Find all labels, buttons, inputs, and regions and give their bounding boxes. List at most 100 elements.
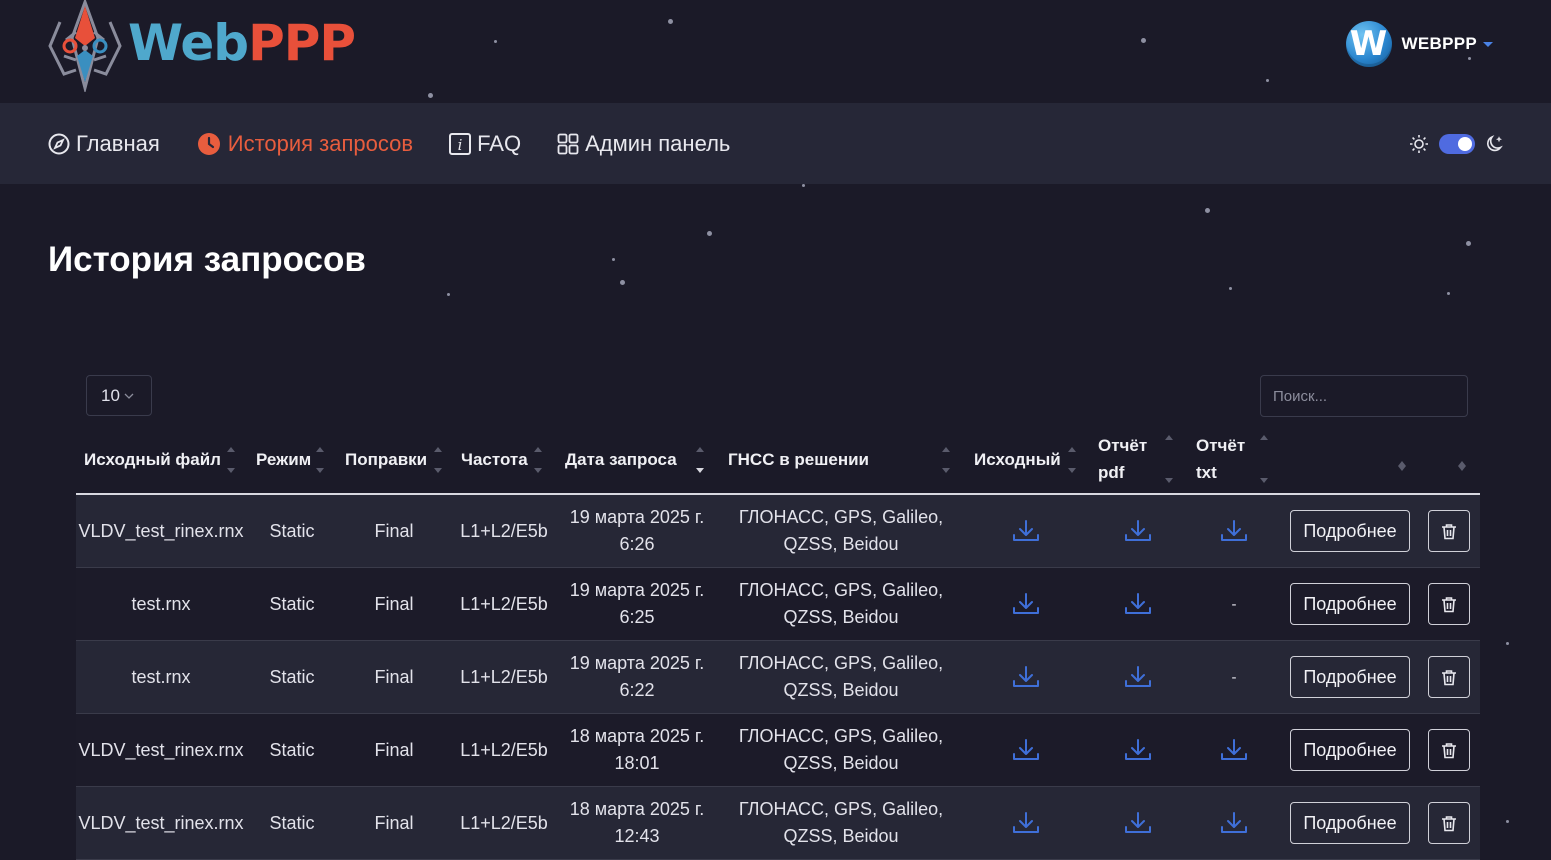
page-size-select[interactable]: 10 [86, 375, 152, 416]
cell-text-time: 6:25 [619, 607, 655, 627]
sort-icon[interactable] [1260, 433, 1268, 485]
delete-button[interactable] [1428, 802, 1470, 844]
cell-text-corrections: Final [374, 739, 414, 760]
username: WEBPPP [1401, 34, 1477, 53]
logo-compass-icon [48, 0, 122, 92]
nav-item-history[interactable]: История запросов [196, 131, 413, 157]
column-header-corrections[interactable]: Поправки [345, 425, 427, 493]
download-icon[interactable] [1219, 737, 1249, 763]
cell-date: 19 марта 2025 г. 6:22 [558, 641, 716, 713]
app-logo[interactable]: WebPPP [46, 0, 376, 92]
cell-text-frequency: L1+L2/E5b [460, 593, 548, 614]
table-row: test.rnx Static Final L1+L2/E5b 19 марта… [76, 641, 1480, 714]
column-header-gnss[interactable]: ГНСС в решении [728, 425, 869, 493]
delete-button[interactable] [1428, 656, 1470, 698]
cell-text-file: VLDV_test_rinex.rnx [78, 520, 244, 541]
theme-switcher [1409, 103, 1505, 184]
cell-mode: Static [246, 495, 338, 567]
column-header-file[interactable]: Исходный файл [84, 425, 221, 493]
nav-item-home[interactable]: Главная [48, 131, 160, 157]
column-label: Режим [256, 449, 312, 469]
cell-text-time: 18:01 [614, 753, 660, 773]
column-header-source[interactable]: Исходный [974, 425, 1061, 493]
clock-icon [196, 131, 222, 157]
table-body: VLDV_test_rinex.rnx Static Final L1+L2/E… [76, 495, 1480, 860]
delete-button[interactable] [1428, 510, 1470, 552]
nav-item-label: Админ панель [585, 130, 731, 156]
download-icon[interactable] [1011, 518, 1041, 544]
details-button[interactable]: Подробнее [1290, 583, 1410, 625]
cell-text-frequency: L1+L2/E5b [460, 666, 548, 687]
column-label: Поправки [345, 449, 428, 469]
download-icon[interactable] [1123, 737, 1153, 763]
download-icon[interactable] [1123, 518, 1153, 544]
search-input[interactable] [1260, 375, 1468, 417]
download-icon[interactable] [1011, 591, 1041, 617]
download-icon[interactable] [1219, 810, 1249, 836]
cell-text-date: 19 марта 2025 г. [569, 653, 705, 673]
cell-text-frequency: L1+L2/E5b [460, 520, 548, 541]
cell-text-gnss2: QZSS, Beidou [783, 534, 899, 554]
column-header-pdf[interactable]: Отчёт pdf [1098, 425, 1158, 493]
nav-item-admin[interactable]: Админ панель [557, 131, 730, 157]
cell-text-gnss1: ГЛОНАСС, GPS, Galileo, [738, 653, 944, 673]
column-header-frequency[interactable]: Частота [461, 425, 528, 493]
cell-corrections: Final [338, 787, 450, 859]
cell-pdf-download [1088, 641, 1188, 713]
sort-icon[interactable] [1458, 459, 1466, 473]
trash-icon [1441, 742, 1457, 759]
sort-icon[interactable] [1398, 459, 1406, 473]
details-button[interactable]: Подробнее [1290, 510, 1410, 552]
sort-desc-icon[interactable] [696, 445, 704, 475]
download-icon[interactable] [1123, 810, 1153, 836]
logo-text: WebPPP [128, 14, 356, 72]
chevron-down-icon [1483, 41, 1493, 47]
cell-mode: Static [246, 714, 338, 786]
download-icon[interactable] [1219, 518, 1249, 544]
table-row: VLDV_test_rinex.rnx Static Final L1+L2/E… [76, 714, 1480, 787]
theme-toggle[interactable] [1439, 133, 1475, 154]
details-button[interactable]: Подробнее [1290, 656, 1410, 698]
cell-source-download [976, 641, 1076, 713]
column-header-txt[interactable]: Отчёт txt [1196, 425, 1256, 493]
details-button[interactable]: Подробнее [1290, 802, 1410, 844]
cell-mode: Static [246, 568, 338, 640]
sort-icon[interactable] [227, 445, 235, 475]
cell-source-download [976, 495, 1076, 567]
cell-pdf-download [1088, 568, 1188, 640]
download-icon[interactable] [1123, 664, 1153, 690]
sort-icon[interactable] [316, 445, 324, 475]
sort-icon[interactable] [942, 445, 950, 475]
cell-date: 18 марта 2025 г. 18:01 [558, 714, 716, 786]
cell-frequency: L1+L2/E5b [450, 714, 558, 786]
cell-text-file: test.rnx [131, 666, 191, 687]
nav-item-faq[interactable]: i FAQ [449, 131, 521, 157]
table-row: VLDV_test_rinex.rnx Static Final L1+L2/E… [76, 787, 1480, 860]
cell-text-corrections: Final [374, 666, 414, 687]
delete-button[interactable] [1428, 729, 1470, 771]
column-header-mode[interactable]: Режим [256, 425, 311, 493]
details-button[interactable]: Подробнее [1290, 729, 1410, 771]
download-icon[interactable] [1123, 591, 1153, 617]
column-label: ГНСС в решении [728, 449, 869, 469]
sort-icon[interactable] [1165, 433, 1173, 485]
table-header: Исходный файл Режим Поправки Частота Дат… [76, 425, 1480, 495]
main-nav: Главная История запросов i FAQ Админ пан… [0, 103, 1551, 184]
sort-icon[interactable] [434, 445, 442, 475]
nav-item-label: FAQ [477, 130, 522, 156]
column-label: Частота [461, 449, 528, 469]
delete-button[interactable] [1428, 583, 1470, 625]
cell-text-file: test.rnx [131, 593, 191, 614]
cell-text-date: 18 марта 2025 г. [569, 799, 705, 819]
cell-text-corrections: Final [374, 520, 414, 541]
moon-icon [1485, 134, 1505, 154]
column-header-date[interactable]: Дата запроса [565, 425, 677, 493]
download-icon[interactable] [1011, 664, 1041, 690]
download-icon[interactable] [1011, 737, 1041, 763]
cell-text-mode: Static [269, 520, 315, 541]
download-icon[interactable] [1011, 810, 1041, 836]
sort-icon[interactable] [1068, 445, 1076, 475]
empty-mark: - [1231, 595, 1237, 613]
sort-icon[interactable] [534, 445, 542, 475]
user-menu[interactable]: W WEBPPP [1345, 21, 1493, 67]
